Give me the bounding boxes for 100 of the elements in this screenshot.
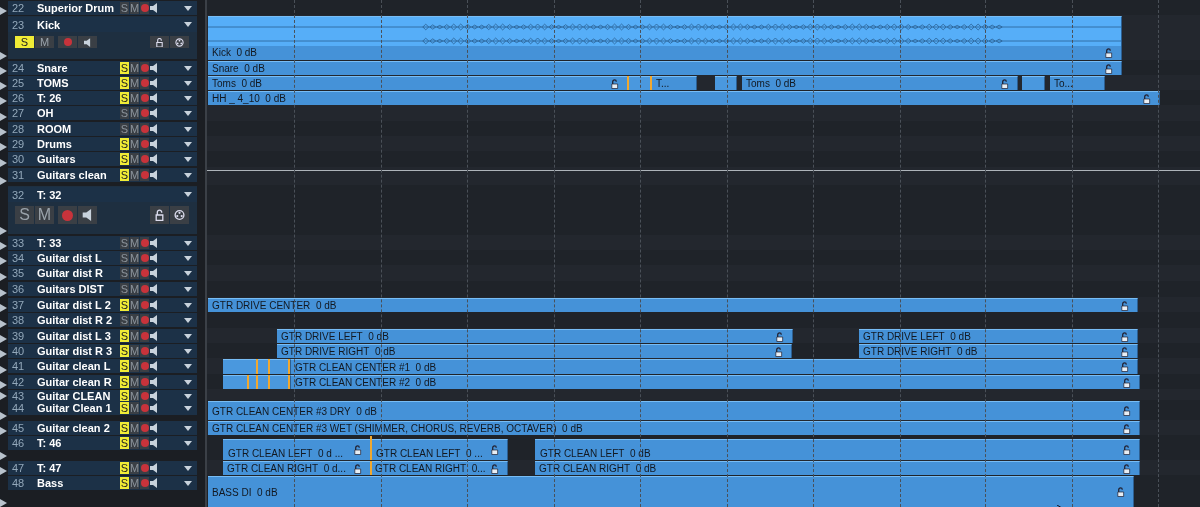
dropdown-caret-icon[interactable] xyxy=(184,348,192,354)
dropdown-caret-icon[interactable] xyxy=(184,425,192,431)
solo-button[interactable]: S xyxy=(120,283,129,295)
solo-button[interactable]: S xyxy=(120,360,129,372)
mute-button[interactable]: M xyxy=(130,138,139,150)
solo-button[interactable]: S xyxy=(15,206,34,224)
dropdown-caret-icon[interactable] xyxy=(184,255,192,261)
solo-button[interactable]: S xyxy=(120,92,129,104)
padlock-icon[interactable] xyxy=(1000,78,1009,89)
solo-button[interactable]: S xyxy=(120,437,129,449)
track-header[interactable]: 45 Guitar clean 2 S M xyxy=(8,421,197,435)
track-header[interactable]: 33 T: 33 S M xyxy=(8,236,197,250)
track-header[interactable]: 27 OH S M xyxy=(8,106,197,120)
fade-marker[interactable] xyxy=(627,76,629,90)
freeze-button[interactable] xyxy=(170,206,189,224)
dropdown-caret-icon[interactable] xyxy=(184,172,192,178)
audio-clip[interactable] xyxy=(629,76,651,90)
lock-button[interactable] xyxy=(150,36,169,48)
track-header[interactable]: 28 ROOM S M xyxy=(8,122,197,136)
dropdown-caret-icon[interactable] xyxy=(184,141,192,147)
padlock-icon[interactable] xyxy=(1104,63,1113,74)
solo-button[interactable]: S xyxy=(120,237,129,249)
audio-clip[interactable]: GTR CLEAN CENTER #3 WET (SHIMMER, CHORUS, REVERB, OCTAVER) 0 dB xyxy=(208,421,1140,435)
solo-button[interactable]: S xyxy=(120,252,129,264)
dropdown-caret-icon[interactable] xyxy=(184,333,192,339)
solo-button[interactable]: S xyxy=(120,462,129,474)
track-header[interactable]: 40 Guitar dist R 3 S M xyxy=(8,344,197,358)
padlock-icon[interactable] xyxy=(353,463,362,474)
dropdown-caret-icon[interactable] xyxy=(184,270,192,276)
solo-button[interactable]: S xyxy=(120,62,129,74)
audio-clip[interactable]: BASS DI 0 dB xyxy=(208,476,1134,507)
dropdown-caret-icon[interactable] xyxy=(184,240,192,246)
padlock-icon[interactable] xyxy=(1122,463,1131,474)
audio-clip[interactable]: GTR CLEAN RIGHT 0... xyxy=(371,461,508,475)
solo-button[interactable]: S xyxy=(120,345,129,357)
audio-clip[interactable]: T... xyxy=(652,76,697,90)
track-header[interactable]: 32 T: 32 S M xyxy=(8,186,197,234)
mute-button[interactable]: M xyxy=(130,237,139,249)
audio-clip[interactable]: To... xyxy=(1050,76,1105,90)
mute-button[interactable]: M xyxy=(35,206,54,224)
fade-marker[interactable] xyxy=(370,436,372,460)
solo-button[interactable]: S xyxy=(120,376,129,388)
expand-arrow-icon[interactable] xyxy=(0,177,7,185)
mute-button[interactable]: M xyxy=(130,402,139,414)
fade-marker[interactable] xyxy=(288,375,290,389)
padlock-icon[interactable] xyxy=(1122,377,1131,388)
solo-button[interactable]: S xyxy=(120,77,129,89)
padlock-icon[interactable] xyxy=(1120,346,1129,357)
track-header[interactable]: 39 Guitar dist L 3 S M xyxy=(8,329,197,343)
track-header[interactable]: 24 Snare S M xyxy=(8,61,197,75)
padlock-icon[interactable] xyxy=(490,445,499,455)
padlock-icon[interactable] xyxy=(490,463,499,474)
audio-clip[interactable] xyxy=(1022,76,1045,90)
fade-marker[interactable] xyxy=(288,359,290,374)
padlock-icon[interactable] xyxy=(1120,331,1129,342)
track-header[interactable]: 35 Guitar dist R S M xyxy=(8,266,197,280)
audio-clip[interactable] xyxy=(715,76,737,90)
track-header[interactable]: 36 Guitars DIST S M xyxy=(8,282,197,296)
audio-clip[interactable]: Toms 0 dB xyxy=(742,76,1018,90)
audio-clip[interactable]: GTR CLEAN CENTER #2 0 dB xyxy=(291,375,1140,389)
solo-button[interactable]: S xyxy=(15,36,34,48)
mute-button[interactable]: M xyxy=(130,62,139,74)
mute-button[interactable]: M xyxy=(130,283,139,295)
mute-button[interactable]: M xyxy=(130,462,139,474)
solo-button[interactable]: S xyxy=(120,402,129,414)
padlock-icon[interactable] xyxy=(774,346,783,357)
mute-button[interactable]: M xyxy=(130,153,139,165)
padlock-icon[interactable] xyxy=(1120,300,1129,311)
fade-marker[interactable] xyxy=(370,461,372,475)
dropdown-caret-icon[interactable] xyxy=(184,110,192,116)
mute-button[interactable]: M xyxy=(130,376,139,388)
audio-clip[interactable]: GTR DRIVE LEFT 0 dB xyxy=(277,329,793,343)
audio-clip[interactable]: GTR CLEAN CENTER #1 0 dB xyxy=(291,359,1138,374)
mute-button[interactable]: M xyxy=(130,2,139,14)
fade-marker[interactable] xyxy=(268,375,270,389)
solo-button[interactable]: S xyxy=(120,314,129,326)
track-header[interactable]: 46 T: 46 S M xyxy=(8,436,197,450)
freeze-button[interactable] xyxy=(170,36,189,48)
track-header[interactable]: 42 Guitar clean R S M xyxy=(8,375,197,389)
dropdown-caret-icon[interactable] xyxy=(184,126,192,132)
audio-clip[interactable] xyxy=(223,359,291,374)
solo-button[interactable]: S xyxy=(120,2,129,14)
track-header[interactable]: 41 Guitar clean L S M xyxy=(8,359,197,373)
mute-button[interactable]: M xyxy=(130,360,139,372)
mute-button[interactable]: M xyxy=(130,267,139,279)
audio-clip[interactable]: Snare 0 dB xyxy=(208,61,1122,75)
mute-button[interactable]: M xyxy=(130,422,139,434)
track-header[interactable]: 31 Guitars clean S M xyxy=(8,168,197,182)
solo-button[interactable]: S xyxy=(120,153,129,165)
mute-button[interactable]: M xyxy=(35,36,54,48)
solo-button[interactable]: S xyxy=(120,477,129,489)
mute-button[interactable]: M xyxy=(130,477,139,489)
monitor-button[interactable] xyxy=(78,36,97,48)
track-header[interactable]: 23 Kick S M xyxy=(8,16,197,59)
fade-marker[interactable] xyxy=(268,359,270,374)
mute-button[interactable]: M xyxy=(130,252,139,264)
mute-button[interactable]: M xyxy=(130,169,139,181)
mute-button[interactable]: M xyxy=(130,92,139,104)
dropdown-caret-icon[interactable] xyxy=(184,192,192,197)
dropdown-caret-icon[interactable] xyxy=(184,156,192,162)
